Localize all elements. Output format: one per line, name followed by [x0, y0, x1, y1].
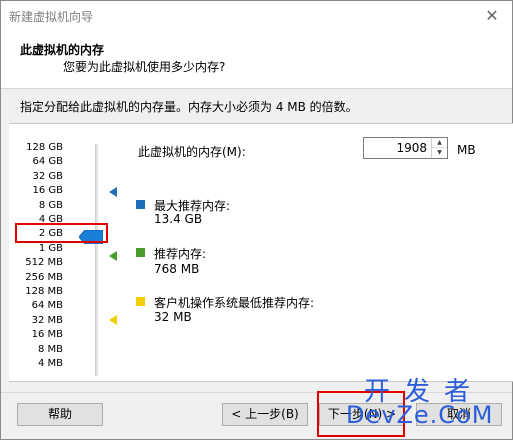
back-button[interactable]: < 上一步(B) [222, 403, 308, 426]
min-recommended-value: 32 MB [154, 310, 192, 324]
watermark-bottom: DevZe.CoM [346, 401, 494, 429]
max-recommended-swatch [136, 200, 145, 209]
page-subtitle: 您要为此虚拟机使用多少内存? [63, 60, 226, 74]
help-button[interactable]: 帮助 [17, 403, 103, 426]
memory-unit: MB [457, 143, 476, 157]
min-recommended-label: 客户机操作系统最低推荐内存: [154, 296, 315, 310]
wizard-header: 此虚拟机的内存 您要为此虚拟机使用多少内存? [1, 31, 512, 89]
recommended-value: 768 MB [154, 262, 200, 276]
scale-label: 32 MB [31, 314, 63, 326]
selected-size-highlight [15, 223, 108, 243]
watermark: 开发者 DevZe.CoM [334, 371, 509, 437]
scale-label: 16 MB [31, 329, 63, 341]
memory-stepper[interactable]: 1908 ▲ ▼ [363, 137, 448, 159]
memory-input[interactable]: 1908 [396, 141, 427, 155]
increment-icon[interactable]: ▲ [432, 138, 447, 148]
memory-panel: 128 GB 64 GB 32 GB 16 GB 8 GB 4 GB 2 GB 1 GB 512… [9, 123, 513, 382]
scale-label: 16 GB [32, 185, 63, 197]
scale-label: 8 MB [37, 343, 63, 355]
memory-field-label: 此虚拟机的内存(M): [138, 145, 246, 159]
decrement-icon[interactable]: ▼ [432, 148, 447, 158]
scale-label: 256 MB [25, 271, 63, 283]
scale-label: 128 GB [26, 142, 63, 153]
wizard-window: 新建虚拟机向导 ✕ 此虚拟机的内存 您要为此虚拟机使用多少内存? 指定分配给此虚… [0, 0, 513, 440]
memory-scale: 128 GB 64 GB 32 GB 16 GB 8 GB 4 GB 2 GB 1 GB 512… [9, 124, 69, 384]
memory-description: 指定分配给此虚拟机的内存量。内存大小必须为 4 MB 的倍数。 [20, 100, 358, 114]
recommended-swatch [136, 248, 145, 257]
max-recommended-value: 13.4 GB [154, 212, 203, 226]
scale-label: 64 GB [32, 156, 63, 168]
min-recommended-swatch [136, 297, 145, 306]
recommended-label: 推荐内存: [154, 247, 207, 261]
scale-label: 128 MB [25, 286, 63, 297]
scale-label: 64 MB [31, 300, 63, 312]
page-title: 此虚拟机的内存 [20, 43, 105, 57]
scale-label: 32 GB [32, 170, 63, 182]
window-title: 新建虚拟机向导 [9, 10, 94, 24]
max-recommended-marker [109, 187, 117, 197]
title-bar: 新建虚拟机向导 ✕ [1, 1, 512, 31]
scale-label: 1 GB [38, 242, 63, 254]
scale-label: 4 MB [37, 358, 63, 369]
min-recommended-marker [109, 315, 117, 325]
scale-label: 8 GB [38, 199, 63, 211]
close-icon[interactable]: ✕ [480, 4, 504, 28]
memory-slider-track[interactable] [95, 144, 98, 376]
recommended-marker [109, 251, 117, 261]
stepper-arrows: ▲ ▼ [431, 138, 447, 158]
scale-label: 512 MB [25, 257, 63, 269]
